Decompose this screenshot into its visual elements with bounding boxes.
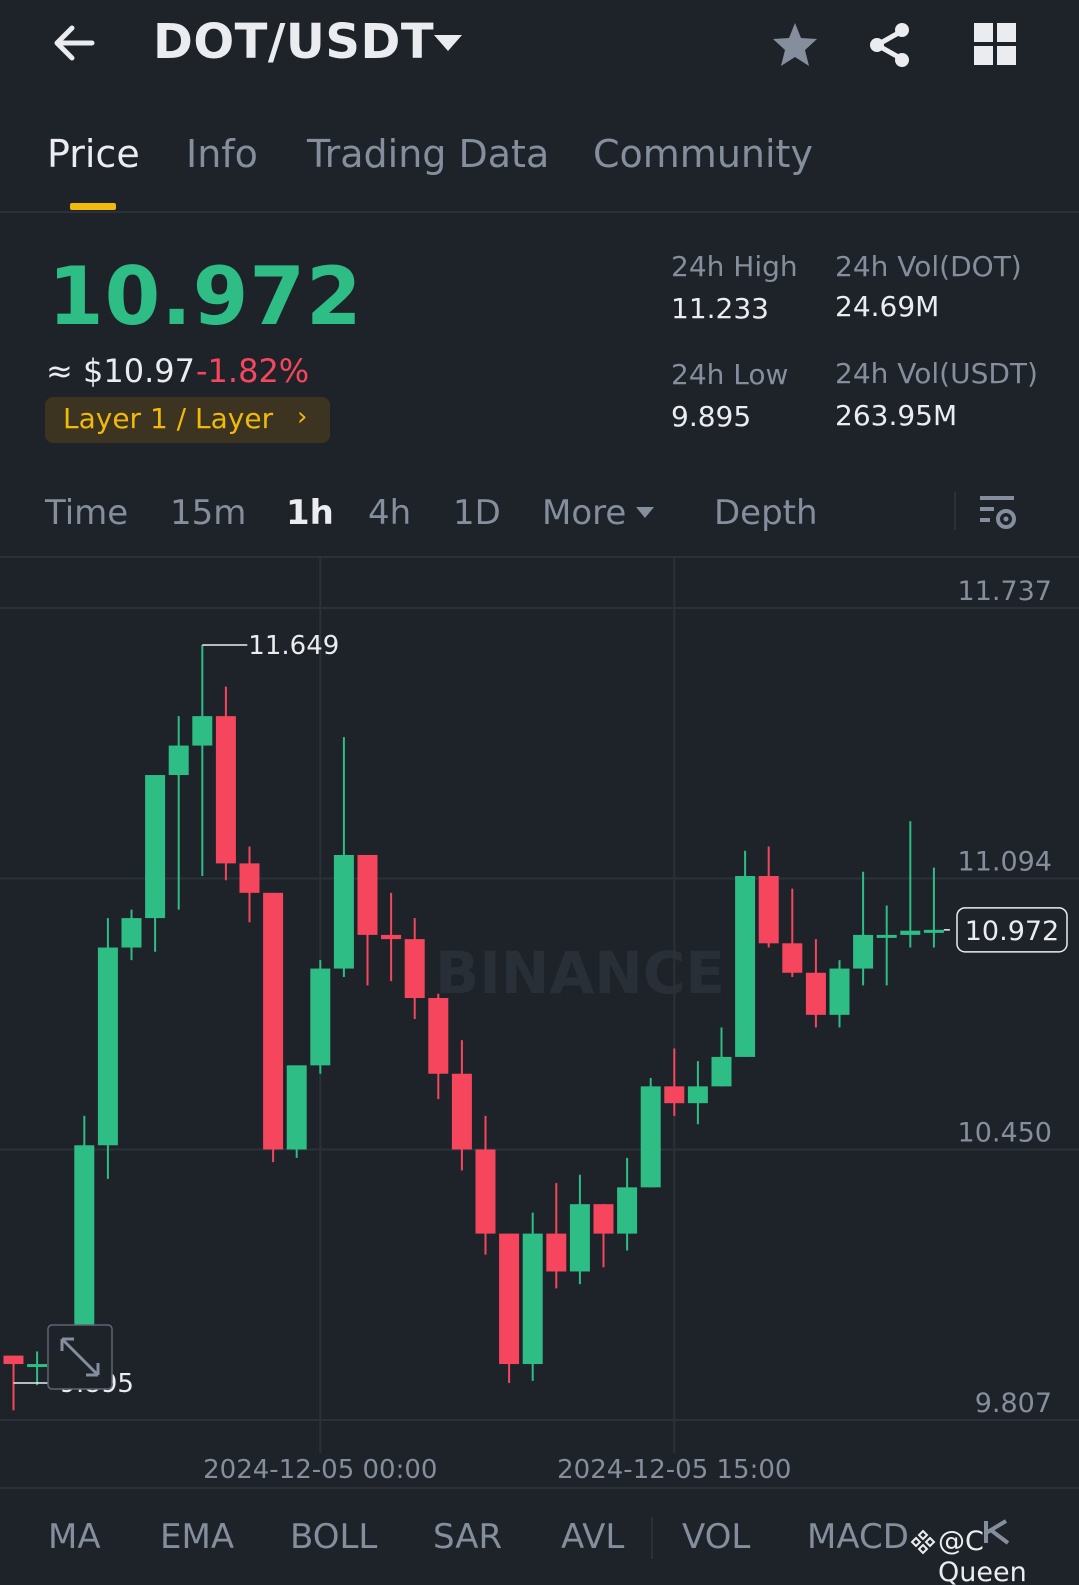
candle-body — [546, 1233, 567, 1272]
star-icon[interactable] — [770, 20, 820, 70]
candle-body — [499, 1233, 520, 1365]
tab-price[interactable]: Price — [47, 132, 140, 176]
x-tick-label: 2024-12-05 15:00 — [557, 1455, 791, 1485]
high-marker-label: 11.649 — [248, 631, 339, 661]
indicator-boll[interactable]: BOLL — [290, 1517, 377, 1557]
y-tick-label: 11.094 — [958, 847, 1052, 878]
candle-body — [451, 1073, 472, 1150]
candle-body — [569, 1204, 590, 1272]
candle-body — [121, 918, 142, 948]
y-tick-label: 9.807 — [975, 1388, 1052, 1419]
divider — [954, 492, 956, 530]
category-tag-label: Layer 1 / Layer — [63, 402, 274, 435]
candle-body — [805, 972, 826, 1015]
candle-body — [853, 934, 874, 969]
candle-body — [310, 968, 331, 1066]
candle-body — [664, 1086, 685, 1104]
candle-body — [3, 1355, 24, 1365]
divider — [0, 1487, 1079, 1489]
chart-settings-icon[interactable] — [978, 492, 1018, 532]
divider — [651, 1517, 653, 1559]
candle-body — [192, 716, 213, 746]
indicator-macd[interactable]: MACD — [807, 1517, 909, 1557]
candle-body — [687, 1086, 708, 1104]
candle-body — [168, 745, 189, 776]
last-price: 10.972 — [48, 250, 363, 343]
indicator-ma[interactable]: MA — [48, 1517, 101, 1557]
indicator-sar[interactable]: SAR — [433, 1517, 502, 1557]
stat-vol-base-label: 24h Vol(DOT) — [835, 250, 1022, 283]
approx-usd-price: ≈ $10.97 — [46, 352, 195, 390]
candle-body — [381, 934, 402, 940]
interval-4h[interactable]: 4h — [368, 493, 411, 533]
watermark-brand: BINANCE — [435, 939, 725, 1007]
caret-down-icon[interactable] — [434, 35, 462, 51]
candle-body — [239, 863, 260, 893]
candle-body — [428, 998, 449, 1074]
fullscreen-icon[interactable] — [47, 1324, 113, 1390]
candle-body — [27, 1364, 48, 1368]
candle-body — [876, 934, 897, 938]
candle-body — [735, 876, 756, 1057]
candle-body — [404, 939, 425, 999]
grid-menu-icon[interactable] — [973, 22, 1017, 66]
category-tag[interactable]: Layer 1 / Layer › — [45, 397, 330, 443]
candle-body — [263, 892, 284, 1150]
stat-low-label: 24h Low — [671, 358, 789, 391]
candle-body — [475, 1149, 496, 1234]
candle-body — [593, 1204, 614, 1234]
interval-1h[interactable]: 1h — [286, 493, 334, 533]
tab-trading-data[interactable]: Trading Data — [307, 132, 549, 176]
active-tab-indicator — [70, 203, 116, 210]
candle-body — [145, 775, 166, 919]
share-icon[interactable] — [865, 20, 915, 70]
y-tick-label: 10.450 — [958, 1117, 1052, 1148]
indicator-vol[interactable]: VOL — [682, 1517, 750, 1557]
candle-body — [900, 930, 921, 935]
candle-body — [923, 929, 944, 933]
stat-high-label: 24h High — [671, 250, 798, 283]
candle-body — [782, 943, 803, 973]
candle-body — [758, 876, 779, 944]
interval-15m[interactable]: 15m — [170, 493, 246, 533]
candle-body — [617, 1187, 638, 1234]
stat-vol-quote-value: 263.95M — [835, 399, 958, 432]
candle-body — [286, 1065, 307, 1150]
pair-title[interactable]: DOT/USDT — [153, 14, 434, 70]
interval-time[interactable]: Time — [45, 493, 128, 533]
stat-low-value: 9.895 — [671, 400, 752, 433]
indicator-avl[interactable]: AVL — [561, 1517, 624, 1557]
interval-more[interactable]: More — [542, 493, 626, 533]
candle-body — [215, 716, 236, 864]
last-price-badge-label: 10.972 — [965, 916, 1059, 947]
divider — [0, 211, 1079, 213]
indicator-ema[interactable]: EMA — [160, 1517, 234, 1557]
collapse-icon[interactable] — [980, 1517, 1016, 1547]
more-caret-icon[interactable] — [636, 507, 654, 518]
candle-body — [333, 854, 354, 969]
chevron-right-icon: › — [297, 402, 308, 432]
candle-body — [711, 1056, 732, 1087]
candle-body — [357, 854, 378, 935]
interval-1d[interactable]: 1D — [453, 493, 501, 533]
tab-info[interactable]: Info — [186, 132, 258, 176]
x-tick-label: 2024-12-05 00:00 — [203, 1455, 437, 1485]
candle-body — [74, 1145, 95, 1356]
stat-vol-quote-label: 24h Vol(USDT) — [835, 357, 1038, 390]
back-arrow-icon[interactable] — [50, 18, 100, 68]
binance-logo-icon — [910, 1529, 936, 1555]
stat-high-value: 11.233 — [671, 292, 769, 325]
stat-vol-base-value: 24.69M — [835, 290, 940, 323]
y-tick-label: 11.737 — [958, 576, 1052, 607]
candle-body — [640, 1086, 661, 1188]
price-change-percent: -1.82% — [196, 352, 310, 390]
tab-community[interactable]: Community — [593, 132, 813, 176]
candle-body — [829, 968, 850, 1015]
candle-body — [97, 947, 118, 1146]
candle-body — [522, 1233, 543, 1365]
candlestick-chart[interactable]: 11.737 11.094 10.450 9.807 2024-12-05 00:00 2… — [0, 558, 1079, 1488]
depth-tab[interactable]: Depth — [714, 493, 818, 533]
